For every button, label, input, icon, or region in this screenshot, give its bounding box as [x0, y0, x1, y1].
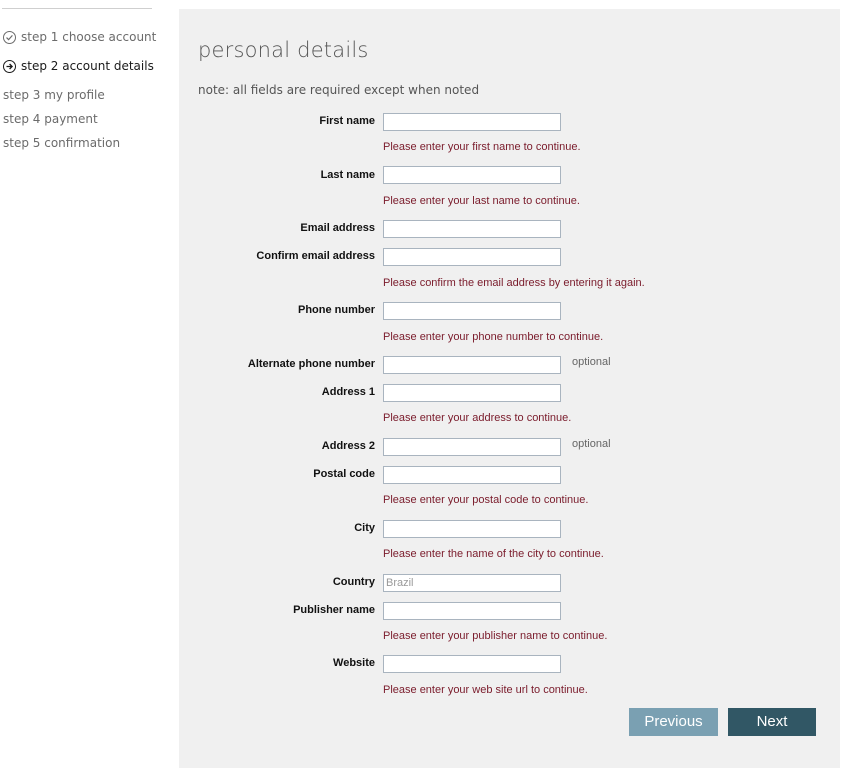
last-name-label: Last name	[320, 169, 375, 181]
confirm-email-error: Please confirm the email address by ente…	[383, 277, 645, 289]
confirm-email-field[interactable]	[383, 248, 561, 266]
city-field[interactable]	[383, 520, 561, 538]
country-field[interactable]	[383, 574, 561, 592]
postal-code-label: Postal code	[313, 468, 375, 480]
phone-field[interactable]	[383, 302, 561, 320]
address1-error: Please enter your address to continue.	[383, 412, 572, 424]
email-label: Email address	[300, 222, 375, 234]
arrow-right-circle-icon	[3, 60, 16, 73]
address1-field[interactable]	[383, 384, 561, 402]
address2-label: Address 2	[321, 440, 375, 452]
address2-field[interactable]	[383, 438, 561, 456]
publisher-name-error: Please enter your publisher name to cont…	[383, 630, 608, 642]
address1-label: Address 1	[321, 386, 375, 398]
publisher-name-label: Publisher name	[293, 604, 375, 616]
wizard-steps: step 1 choose account step 2 account det…	[0, 0, 160, 768]
alt-phone-optional-hint: optional	[572, 356, 611, 368]
address2-optional-hint: optional	[572, 438, 611, 450]
checkmark-circle-icon	[3, 31, 16, 44]
website-label: Website	[333, 657, 375, 669]
postal-code-field[interactable]	[383, 466, 561, 484]
required-note: note: all fields are required except whe…	[198, 83, 480, 97]
alt-phone-field[interactable]	[383, 356, 561, 374]
first-name-field[interactable]	[383, 113, 561, 131]
next-button[interactable]: Next	[728, 708, 816, 736]
last-name-error: Please enter your last name to continue.	[383, 195, 580, 207]
step-label: step 5 confirmation	[3, 136, 121, 150]
step-choose-account[interactable]: step 1 choose account	[3, 30, 156, 44]
city-error: Please enter the name of the city to con…	[383, 548, 604, 560]
country-label: Country	[332, 576, 375, 588]
step-my-profile[interactable]: step 3 my profile	[3, 88, 105, 102]
step-payment[interactable]: step 4 payment	[3, 112, 98, 126]
step-label: step 4 payment	[3, 112, 98, 126]
previous-button[interactable]: Previous	[629, 708, 718, 736]
phone-label: Phone number	[297, 304, 375, 316]
website-error: Please enter your web site url to contin…	[383, 684, 588, 696]
confirm-email-label: Confirm email address	[256, 250, 375, 262]
step-account-details[interactable]: step 2 account details	[3, 59, 154, 73]
sidebar-divider	[2, 8, 152, 9]
page-title: personal details	[198, 38, 369, 62]
phone-error: Please enter your phone number to contin…	[383, 331, 604, 343]
first-name-error: Please enter your first name to continue…	[383, 141, 581, 153]
personal-details-panel: personal details note: all fields are re…	[179, 9, 840, 768]
step-label: step 1 choose account	[21, 30, 157, 44]
step-label: step 3 my profile	[3, 88, 105, 102]
publisher-name-field[interactable]	[383, 602, 561, 620]
city-label: City	[354, 522, 375, 534]
first-name-label: First name	[319, 115, 375, 127]
last-name-field[interactable]	[383, 166, 561, 184]
alt-phone-label: Alternate phone number	[247, 358, 375, 370]
postal-code-error: Please enter your postal code to continu…	[383, 494, 589, 506]
step-confirmation[interactable]: step 5 confirmation	[3, 136, 120, 150]
website-field[interactable]	[383, 655, 561, 673]
step-label: step 2 account details	[21, 59, 154, 73]
email-field[interactable]	[383, 220, 561, 238]
